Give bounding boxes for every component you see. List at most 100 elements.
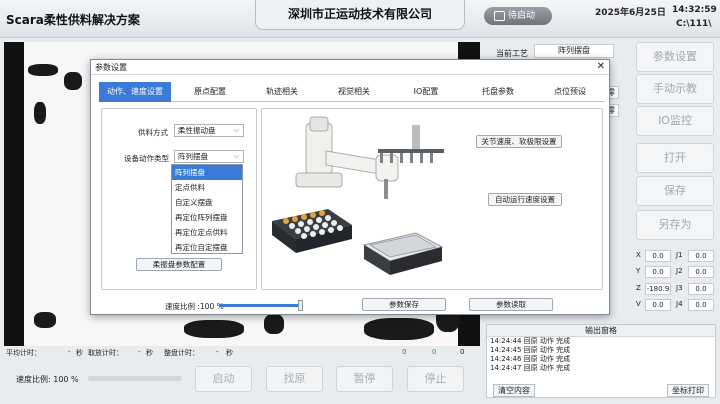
coord-j1-value: 0.0 — [688, 250, 714, 262]
pick-time-value: - — [138, 348, 141, 356]
speed-ratio-slider[interactable] — [88, 376, 182, 381]
open-button[interactable]: 打开 — [636, 143, 714, 173]
save-button[interactable]: 保存 — [636, 176, 714, 206]
coord-y-value: 0.0 — [645, 266, 671, 278]
manual-teach-button[interactable]: 手动示教 — [636, 74, 714, 104]
camera-part — [64, 72, 82, 90]
camera-part — [264, 314, 284, 334]
dialog-speed-ratio-label: 速度比例 :100 % — [165, 302, 224, 311]
log-line: 14:24:45 回原 动作 完成 — [490, 346, 571, 354]
home-button[interactable]: 找原 — [266, 366, 323, 392]
tab-action-speed[interactable]: 动作、速度设置 — [99, 82, 171, 102]
count-red: 0 — [402, 348, 407, 356]
tab-tray[interactable]: 托盘参数 — [467, 82, 529, 102]
action-type-label: 设备动作类型 — [124, 154, 169, 163]
log-line: 14:24:46 回原 动作 完成 — [490, 355, 571, 363]
param-settings-dialog: 参数设置 ✕ 动作、速度设置 原点配置 轨迹相关 视觉相关 IO配置 托盘参数 … — [90, 59, 610, 315]
feed-mode-select[interactable]: 柔性振动盘 ⌵ — [174, 124, 244, 137]
tab-trajectory[interactable]: 轨迹相关 — [251, 82, 313, 102]
count-total: 0 — [460, 348, 465, 356]
coord-j3: J3 0.0 — [676, 283, 714, 295]
dropdown-option[interactable]: 自定义摆盘 — [172, 195, 242, 210]
camera-part — [28, 64, 58, 76]
pause-button[interactable]: 暂停 — [336, 366, 393, 392]
coord-j4: J4 0.0 — [676, 299, 714, 311]
param-read-button[interactable]: 参数读取 — [469, 298, 553, 311]
param-save-button[interactable]: 参数保存 — [362, 298, 446, 311]
print-coords-button[interactable]: 坐标打印 — [667, 384, 709, 397]
coord-z-value: -180.9 — [645, 283, 671, 295]
dialog-speed-ratio-slider[interactable] — [219, 300, 303, 311]
monitor-icon — [494, 11, 505, 21]
coord-j3-value: 0.0 — [688, 283, 714, 295]
path-display: C:\111\ — [676, 19, 712, 29]
camera-part — [364, 318, 434, 340]
avg-time-value: - — [68, 348, 71, 356]
output-pane-title: 输出窗格 — [487, 325, 715, 337]
dropdown-option[interactable]: 再定位定点供料 — [172, 225, 242, 240]
tray-time-value: - — [216, 348, 219, 356]
date-display: 2025年6月25日 — [595, 8, 666, 18]
stop-button[interactable]: 停止 — [407, 366, 464, 392]
pick-time-label: 取放计时： — [88, 349, 123, 357]
robot-illustration — [272, 116, 444, 275]
dropdown-option[interactable]: 再定位阵列摆盘 — [172, 210, 242, 225]
count-green: 0 — [432, 348, 437, 356]
coord-y: Y 0.0 — [636, 266, 671, 278]
joint-speed-button[interactable]: 关节速度、软极限设置 — [476, 135, 562, 148]
timer-bar: 平均计时： - 秒 取放计时： - 秒 整盘计时： - 秒 0 0 0 — [4, 347, 480, 359]
tab-points[interactable]: 点位预设 — [539, 82, 601, 102]
auto-speed-button[interactable]: 自动运行速度设置 — [488, 193, 562, 206]
close-icon[interactable]: ✕ — [597, 61, 605, 72]
coord-v-value: 0.0 — [645, 299, 671, 311]
camera-part — [34, 312, 56, 328]
current-process-value: 阵列摆盘 — [534, 44, 614, 58]
action-type-dropdown: 阵列摆盘 定点供料 自定义摆盘 再定位阵列摆盘 再定位定点供料 再定位自定摆盘 — [171, 164, 243, 254]
chevron-down-icon: ⌵ — [233, 152, 239, 160]
avg-time-label: 平均计时： — [6, 349, 41, 357]
title-bar: Scara柔性供料解决方案 深圳市正运动技术有限公司 待启动 2025年6月25… — [0, 0, 720, 38]
feed-mode-label: 供料方式 — [138, 128, 168, 137]
status-button-label: 待启动 — [508, 11, 536, 21]
clear-log-button[interactable]: 清空内容 — [493, 384, 535, 397]
log-line: 14:24:47 回原 动作 完成 — [490, 364, 571, 372]
chevron-down-icon: ⌵ — [233, 126, 239, 134]
company-name: 深圳市正运动技术有限公司 — [255, 0, 465, 30]
coord-j2: J2 0.0 — [676, 266, 714, 278]
time-display: 14:32:59 — [672, 5, 717, 15]
coord-j1: J1 0.0 — [676, 250, 714, 262]
pick-time-unit: 秒 — [146, 349, 153, 357]
tray-time-label: 整盘计时： — [164, 349, 199, 357]
dropdown-option[interactable]: 阵列摆盘 — [172, 165, 242, 180]
coord-v: V 0.0 — [636, 299, 671, 311]
current-process-label: 当前工艺 — [496, 49, 528, 58]
camera-part — [34, 102, 46, 124]
slider-fill — [219, 304, 303, 307]
io-monitor-button[interactable]: IO监控 — [636, 106, 714, 136]
action-type-select[interactable]: 阵列摆盘 ⌵ — [174, 150, 244, 163]
start-button[interactable]: 启动 — [195, 366, 252, 392]
camera-part — [184, 320, 244, 338]
avg-time-unit: 秒 — [76, 349, 83, 357]
illustration-pane: 关节速度、软极限设置 自动运行速度设置 — [261, 108, 603, 290]
dropdown-option[interactable]: 定点供料 — [172, 180, 242, 195]
tray-time-unit: 秒 — [226, 349, 233, 357]
vib-config-button[interactable]: 柔振盘参数配置 — [136, 258, 222, 271]
status-button[interactable]: 待启动 — [484, 7, 552, 25]
tab-vision[interactable]: 视觉相关 — [323, 82, 385, 102]
param-settings-button[interactable]: 参数设置 — [636, 42, 714, 72]
tab-origin[interactable]: 原点配置 — [179, 82, 241, 102]
dropdown-option[interactable]: 再定位自定摆盘 — [172, 240, 242, 255]
log-line: 14:24:44 回原 动作 完成 — [490, 337, 571, 345]
speed-ratio-label: 速度比例: 100 % — [16, 375, 79, 384]
camera-border-left — [4, 42, 24, 346]
coord-j2-value: 0.0 — [688, 266, 714, 278]
tab-io[interactable]: IO配置 — [395, 82, 457, 102]
app-title: Scara柔性供料解决方案 — [6, 13, 140, 27]
coord-j4-value: 0.0 — [688, 299, 714, 311]
coord-x: X 0.0 — [636, 250, 671, 262]
slider-handle[interactable] — [298, 300, 303, 311]
coord-z: Z -180.9 — [636, 283, 671, 295]
coord-x-value: 0.0 — [645, 250, 671, 262]
save-as-button[interactable]: 另存为 — [636, 210, 714, 240]
